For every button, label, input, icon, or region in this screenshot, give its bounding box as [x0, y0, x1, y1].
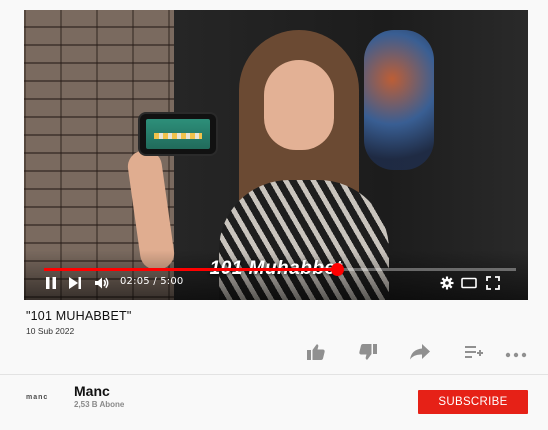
- pause-button[interactable]: [44, 274, 58, 292]
- progress-bar[interactable]: [44, 263, 516, 276]
- progress-bar-played: [44, 268, 337, 271]
- time-separator: /: [153, 276, 157, 287]
- fullscreen-button[interactable]: [486, 274, 500, 292]
- presenter-face: [264, 60, 334, 150]
- theater-mode-button[interactable]: [461, 274, 477, 292]
- time-current: 02:05: [120, 276, 150, 287]
- gear-icon: [440, 276, 454, 290]
- subscribe-button[interactable]: SUBSCRIBE: [418, 390, 528, 414]
- dislike-button[interactable]: [356, 343, 380, 365]
- video-meta: "101 MUHABBET" 10 Sub 2022: [26, 309, 131, 336]
- fullscreen-icon: [486, 276, 500, 290]
- skip-next-icon: [68, 276, 82, 290]
- thumbs-down-icon: [358, 343, 378, 366]
- volume-icon: [94, 276, 110, 290]
- progress-scrubber-handle[interactable]: [330, 263, 344, 276]
- channel-logo-text: manc: [26, 394, 49, 401]
- video-player[interactable]: 101 Muhabbet 02:05 / 5:00: [24, 10, 528, 300]
- share-button[interactable]: [408, 343, 432, 365]
- video-page: 101 Muhabbet 02:05 / 5:00 "101 MUHABBET"…: [0, 0, 548, 430]
- phone-with-game: [140, 114, 216, 154]
- channel-avatar[interactable]: manc: [26, 394, 48, 401]
- pause-icon: [44, 276, 58, 290]
- phone-game-screen: [146, 119, 210, 149]
- save-to-playlist-button[interactable]: [462, 343, 486, 365]
- video-date: 10 Sub 2022: [26, 326, 75, 336]
- thumbs-up-icon: [306, 343, 326, 366]
- next-button[interactable]: [68, 274, 82, 292]
- section-divider: [0, 374, 548, 375]
- subscriber-count: 2,53 B Abone: [74, 400, 125, 409]
- video-title: "101 MUHABBET": [26, 309, 132, 323]
- channel-name[interactable]: Manc: [74, 383, 110, 399]
- theater-mode-icon: [461, 276, 477, 290]
- like-button[interactable]: [304, 343, 328, 365]
- settings-button[interactable]: [440, 274, 454, 292]
- time-display: 02:05 / 5:00: [120, 276, 183, 287]
- more-icon: [505, 345, 527, 363]
- subscribe-label: SUBSCRIBE: [438, 396, 508, 408]
- time-total: 5:00: [160, 276, 184, 287]
- action-bar: [300, 343, 530, 365]
- more-button[interactable]: [504, 343, 528, 365]
- add-to-playlist-icon: [464, 343, 484, 366]
- share-icon: [409, 343, 431, 366]
- volume-button[interactable]: [94, 274, 110, 292]
